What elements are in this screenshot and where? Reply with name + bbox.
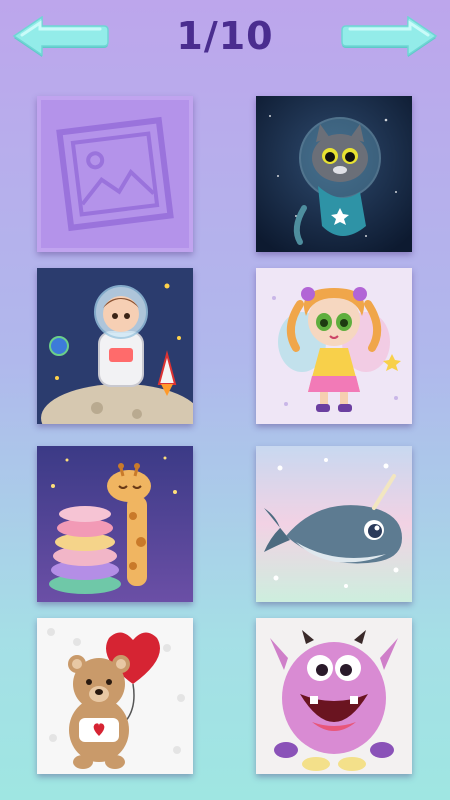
picture-tile-giraffe-pillows[interactable] xyxy=(37,446,193,602)
arrow-right-icon xyxy=(341,16,438,57)
picture-tile-boy-astronaut[interactable] xyxy=(37,268,193,424)
picture-tile-cat-astronaut[interactable] xyxy=(256,96,412,252)
picture-tile-fairy-girl[interactable] xyxy=(256,268,412,424)
picture-tile-narwhal-whale[interactable] xyxy=(256,446,412,602)
picture-tile-pink-monster[interactable] xyxy=(256,618,412,774)
next-page-button[interactable] xyxy=(340,16,438,60)
picture-tile-placeholder[interactable] xyxy=(37,96,193,252)
picture-tile-teddy-bear-heart[interactable] xyxy=(37,618,193,774)
top-bar: 1/10 xyxy=(0,0,450,80)
